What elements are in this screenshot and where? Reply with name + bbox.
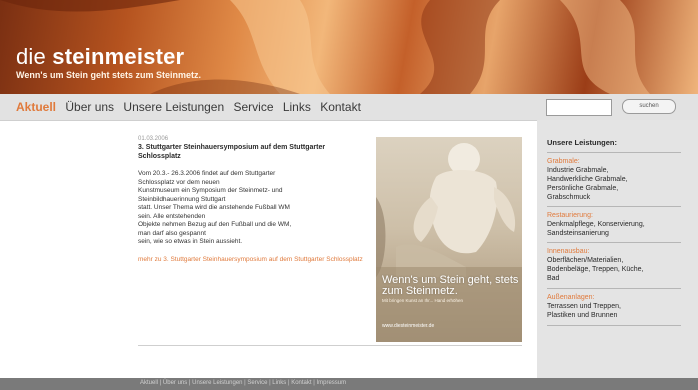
sidebar-divider [547, 325, 681, 326]
nav-item-service[interactable]: Service [233, 100, 273, 114]
article-line: man darf also gespannt [138, 229, 206, 237]
article-divider [138, 345, 522, 346]
article-line: Vom 20.3.- 26.3.2006 findet auf dem Stut… [138, 170, 276, 177]
sidebar-divider [547, 288, 681, 289]
article-body: Vom 20.3.- 26.3.2006 findet auf dem Stut… [138, 170, 368, 247]
feature-headline: Wenn's um Stein geht, stets zum Steinmet… [382, 274, 519, 297]
nav-item-kontakt[interactable]: Kontakt [320, 100, 361, 114]
site-tagline: Wenn's um Stein geht stets zum Steinmetz… [16, 70, 202, 80]
article-line: Kunstmuseum ein Symposium der Steinmetz-… [138, 187, 283, 194]
sidebar-item: Industrie Grabmale, [547, 167, 609, 174]
services-sidebar: Unsere Leistungen: Grabmale: Industrie G… [537, 120, 698, 378]
sidebar-divider [547, 206, 681, 207]
article-more-link[interactable]: mehr zu 3. Stuttgarter Steinhauersymposi… [138, 256, 368, 265]
sidebar-divider [547, 242, 681, 243]
sidebar-item: Oberflächen/Materialien, [547, 257, 624, 264]
nav-item-unsere-leistungen[interactable]: Unsere Leistungen [123, 100, 224, 114]
news-article: 01.03.2006 3. Stuttgarter Steinhauersymp… [138, 136, 368, 264]
sidebar-item: Persönliche Grabmale, [547, 185, 619, 192]
logo-name: steinmeister [52, 44, 185, 69]
search-button[interactable]: suchen [622, 99, 676, 114]
sidebar-item: Bodenbeläge, Treppen, Küche, [547, 266, 644, 273]
sidebar-divider [547, 152, 681, 153]
article-line: Schlossplatz vor dem neuen [138, 178, 220, 186]
sidebar-item: Grabschmuck [547, 194, 591, 201]
cherub-sculpture-image [376, 143, 522, 342]
article-line: sein, wie so etwas in Stein aussieht. [138, 238, 243, 245]
header-banner: die steinmeister Wenn's um Stein geht st… [0, 0, 698, 94]
article-line: statt. Unser Thema wird die anstehende F… [138, 204, 290, 211]
feature-image[interactable]: Wenn's um Stein geht, stets zum Steinmet… [376, 137, 522, 342]
sidebar-group-grabmale: Grabmale: Industrie Grabmale, Handwerkli… [547, 157, 687, 202]
feature-url: www.diesteinmeister.de [382, 323, 435, 329]
nav-item-ueber-uns[interactable]: Über uns [65, 100, 114, 114]
article-title: 3. Stuttgarter Steinhauersymposium auf d… [138, 144, 326, 160]
logo-prefix: die [16, 44, 53, 69]
footer: Aktuell | Über uns | Unsere Leistungen |… [0, 378, 698, 390]
sidebar-item: Sandsteinsanierung [547, 230, 609, 237]
sidebar-category[interactable]: Restaurierung: [547, 211, 687, 220]
sidebar-item: Bad [547, 275, 560, 282]
sidebar-category[interactable]: Grabmale: [547, 157, 687, 166]
article-date: 01.03.2006 [138, 136, 169, 142]
sidebar-item: Denkmalpflege, Konservierung, [547, 221, 645, 228]
main-navigation: Aktuell Über uns Unsere Leistungen Servi… [0, 94, 698, 121]
article-line: sein. Alle entstehenden [138, 212, 206, 220]
feature-subline: Mit bringen Kunst an Ihr... Hand erhöhen [382, 298, 464, 303]
nav-item-aktuell[interactable]: Aktuell [16, 100, 56, 114]
sidebar-group-innenausbau: Innenausbau: Oberflächen/Materialien, Bo… [547, 247, 687, 283]
article-line: Steinbildhauerinnung Stuttgart [138, 195, 226, 203]
search-input[interactable] [546, 99, 612, 116]
nav-links: Aktuell Über uns Unsere Leistungen Servi… [16, 100, 367, 114]
article-line: Objekte nehmen Bezug auf den Fußball und… [138, 221, 292, 228]
sidebar-category[interactable]: Außenanlagen: [547, 293, 687, 302]
site-logo[interactable]: die steinmeister [16, 44, 184, 70]
nav-item-links[interactable]: Links [283, 100, 311, 114]
sidebar-heading: Unsere Leistungen: [547, 138, 618, 147]
sidebar-group-aussenanlagen: Außenanlagen: Terrassen und Treppen, Pla… [547, 293, 687, 320]
sidebar-item: Handwerkliche Grabmale, [547, 176, 628, 183]
sidebar-group-restaurierung: Restaurierung: Denkmalpflege, Konservier… [547, 211, 687, 238]
footer-links[interactable]: Aktuell | Über uns | Unsere Leistungen |… [140, 380, 346, 386]
sidebar-item: Terrassen und Treppen, [547, 303, 621, 310]
sidebar-category[interactable]: Innenausbau: [547, 247, 687, 256]
sidebar-item: Plastiken und Brunnen [547, 312, 618, 319]
